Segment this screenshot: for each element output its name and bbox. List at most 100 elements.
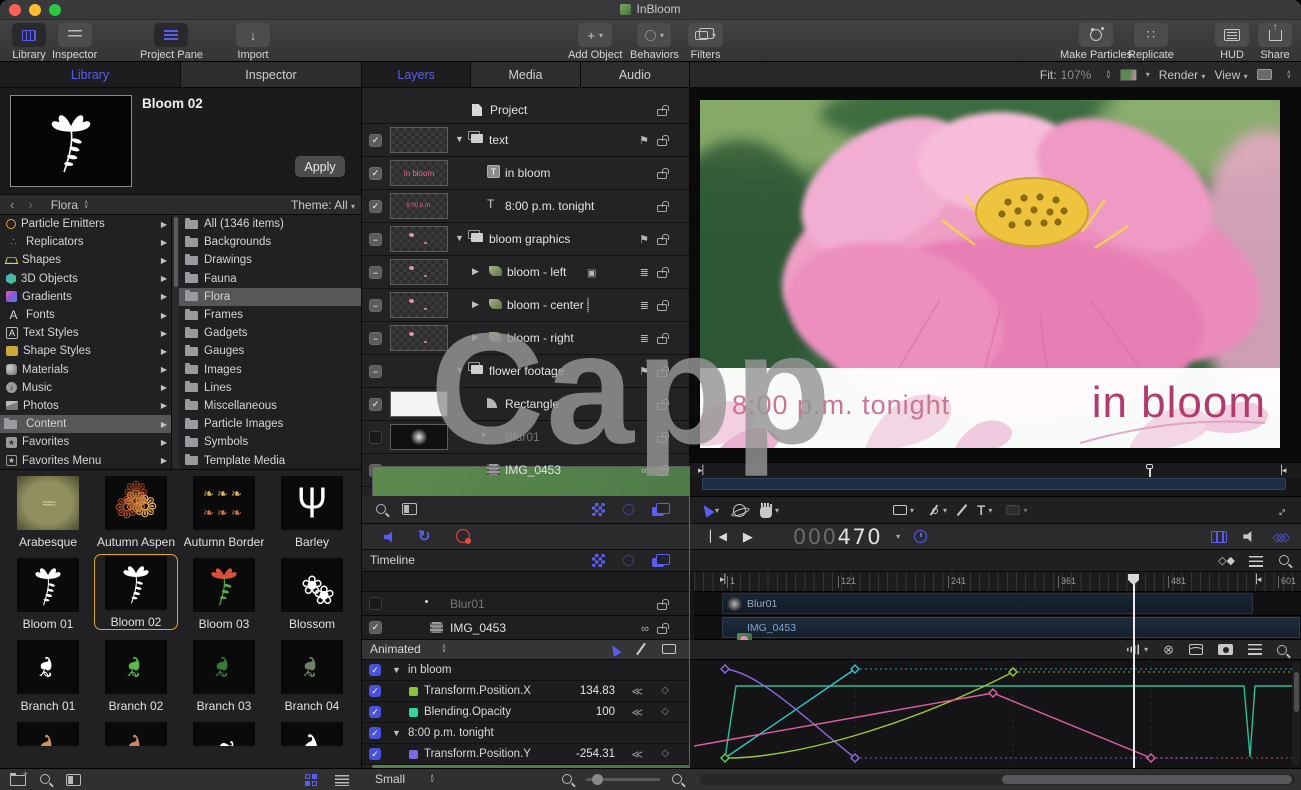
forward-arrow[interactable]: › bbox=[28, 197, 32, 212]
layers-view-icon[interactable] bbox=[652, 507, 664, 516]
category-scrollbar[interactable] bbox=[172, 215, 179, 469]
folder-item-flora[interactable]: Flora bbox=[179, 288, 361, 306]
sliders-icon[interactable] bbox=[1248, 644, 1262, 655]
parameter-value[interactable]: 100 bbox=[555, 706, 615, 718]
play-button[interactable]: ▶ bbox=[743, 529, 753, 545]
ruler-out-marker[interactable]: ▕◂ bbox=[1250, 574, 1261, 585]
toolbar-inspector[interactable]: Inspector bbox=[52, 23, 97, 61]
library-item-leaves-12[interactable]: ❧ bbox=[6, 722, 90, 746]
library-item-fern-14[interactable]: ❧ bbox=[182, 722, 266, 746]
expand-canvas[interactable]: ↔ bbox=[1274, 503, 1287, 518]
disclosure-right-icon[interactable]: ▶ bbox=[472, 332, 479, 343]
checker-view-icon[interactable] bbox=[592, 554, 605, 567]
view-menu[interactable]: View ▾ bbox=[1214, 68, 1247, 82]
visibility-checkbox[interactable] bbox=[369, 134, 382, 147]
lock-icon[interactable] bbox=[657, 337, 667, 344]
sidebar-item-shapes[interactable]: Shapes▶ bbox=[0, 251, 171, 269]
select-tool-icon[interactable] bbox=[608, 643, 621, 657]
tab-inspector[interactable]: Inspector bbox=[181, 62, 362, 87]
folder-item-gauges[interactable]: Gauges bbox=[179, 342, 361, 360]
lock-icon[interactable] bbox=[657, 469, 667, 476]
lock-icon[interactable] bbox=[657, 603, 667, 610]
folder-item-template-media[interactable]: Template Media bbox=[179, 451, 361, 469]
toolbar-filters[interactable]: ▾ Filters bbox=[688, 23, 723, 61]
search-icon[interactable] bbox=[376, 504, 386, 514]
theme-menu[interactable]: Theme: All ▾ bbox=[291, 198, 355, 212]
track-bar-blur01[interactable]: Blur01 bbox=[722, 593, 1253, 614]
toolbar-share[interactable]: Share bbox=[1258, 23, 1292, 61]
orbit-tool[interactable] bbox=[733, 504, 746, 517]
disclosure-right-icon[interactable]: ▶ bbox=[472, 299, 479, 310]
tab-library[interactable]: Library bbox=[0, 62, 181, 87]
curve-scrollbar[interactable] bbox=[1292, 662, 1300, 766]
keyframes-icon[interactable]: ◇◇◇ bbox=[1272, 530, 1285, 544]
previous-frame-button[interactable]: ▏◀ bbox=[710, 530, 727, 543]
stack-icon[interactable] bbox=[640, 265, 649, 279]
grid-view-icon[interactable] bbox=[305, 774, 318, 787]
fit-value[interactable]: 107% bbox=[1061, 68, 1092, 82]
library-item-fern2-15[interactable]: ❧ bbox=[270, 722, 354, 746]
lock-icon[interactable] bbox=[657, 304, 667, 311]
disclosure-down-icon[interactable]: ▼ bbox=[392, 728, 401, 738]
gear-icon[interactable] bbox=[623, 504, 634, 515]
timeline-hscrollbar[interactable] bbox=[700, 774, 1295, 785]
parameter-value[interactable]: -254.31 bbox=[555, 748, 615, 760]
keyframe-row-blending-opacity[interactable]: Blending.Opacity100≪◇ bbox=[362, 702, 689, 723]
hscrollbar-thumb[interactable] bbox=[1002, 775, 1292, 784]
layer-row-rectangle[interactable]: Rectangle bbox=[362, 388, 689, 421]
keyframe-row-in-bloom[interactable]: ▼in bloom bbox=[362, 660, 689, 681]
toolbar-replicate[interactable]: ∷ Replicate bbox=[1128, 23, 1174, 61]
keyframe-diamond-icon[interactable]: ◇ bbox=[661, 748, 669, 759]
timecode-display[interactable]: 000470 bbox=[793, 525, 882, 549]
visibility-checkbox[interactable] bbox=[369, 398, 382, 411]
layer-row-in-bloom[interactable]: in bloomTin bloom bbox=[362, 157, 689, 190]
layer-row-flower-footage[interactable]: ▼flower footage bbox=[362, 355, 689, 388]
location-stepper[interactable]: ∧∨ bbox=[84, 201, 88, 209]
bezier-tool[interactable]: ▾ bbox=[928, 504, 947, 516]
mini-timeline[interactable]: ▸▏ ▕◂ bbox=[690, 462, 1301, 478]
zoom-preset-stepper[interactable]: ∧∨ bbox=[430, 775, 434, 783]
clear-curves-icon[interactable]: ⊗ bbox=[1163, 642, 1174, 658]
audio-icon[interactable] bbox=[1243, 531, 1256, 543]
toolbar-project-pane[interactable]: Project Pane bbox=[140, 23, 203, 61]
playhead[interactable] bbox=[1133, 578, 1135, 768]
visibility-checkbox[interactable] bbox=[369, 266, 382, 279]
lock-icon[interactable] bbox=[657, 370, 667, 377]
folder-item-images[interactable]: Images bbox=[179, 361, 361, 379]
lock-icon[interactable] bbox=[657, 238, 667, 245]
lock-icon[interactable] bbox=[657, 205, 667, 212]
sidebar-item-content[interactable]: Content▶ bbox=[0, 415, 171, 433]
mask-tool[interactable]: ▾ bbox=[1006, 505, 1027, 515]
tab-audio[interactable]: Audio bbox=[581, 62, 690, 87]
library-item-bloom-01[interactable]: Bloom 01 bbox=[6, 558, 90, 631]
apply-button[interactable]: Apply bbox=[295, 156, 345, 177]
sidebar-item-particle-emitters[interactable]: Particle Emitters▶ bbox=[0, 215, 171, 233]
pen-tool-icon[interactable] bbox=[636, 643, 646, 656]
animated-popup[interactable]: Animated bbox=[370, 642, 421, 656]
library-item-barley[interactable]: ΨBarley bbox=[270, 476, 354, 549]
folder-item-lines[interactable]: Lines bbox=[179, 379, 361, 397]
layer-row-blur01[interactable]: Blur01 bbox=[362, 421, 689, 454]
flag-icon[interactable] bbox=[639, 133, 649, 147]
panel-icon[interactable] bbox=[402, 503, 417, 515]
parameter-checkbox[interactable] bbox=[369, 685, 381, 697]
visibility-checkbox[interactable] bbox=[369, 233, 382, 246]
lock-icon[interactable] bbox=[657, 436, 667, 443]
link-icon[interactable] bbox=[641, 621, 649, 635]
library-item-bloom-03[interactable]: Bloom 03 bbox=[182, 558, 266, 631]
toolbar-add-object[interactable]: +▾ Add Object bbox=[568, 23, 622, 61]
sidebar-item-shape-styles[interactable]: Shape Styles▶ bbox=[0, 342, 171, 360]
folder-item-miscellaneous[interactable]: Miscellaneous bbox=[179, 397, 361, 415]
parameter-checkbox[interactable] bbox=[369, 748, 381, 760]
in-point-marker[interactable]: ▸▏ bbox=[698, 465, 709, 476]
link-icon[interactable] bbox=[641, 463, 649, 477]
sidebar-item-materials[interactable]: Materials▶ bbox=[0, 361, 171, 379]
tab-media[interactable]: Media bbox=[471, 62, 580, 87]
timecode-menu[interactable]: ▾ bbox=[896, 532, 900, 541]
parameter-checkbox[interactable] bbox=[369, 664, 381, 676]
sidebar-item-favorites-menu[interactable]: ★Favorites Menu▶ bbox=[0, 451, 171, 469]
lock-icon[interactable] bbox=[657, 139, 667, 146]
layer-row-bloom-graphics[interactable]: ▼bloom graphics bbox=[362, 223, 689, 256]
visibility-checkbox[interactable] bbox=[369, 431, 382, 444]
disclosure-down-icon[interactable]: ▼ bbox=[392, 665, 401, 675]
